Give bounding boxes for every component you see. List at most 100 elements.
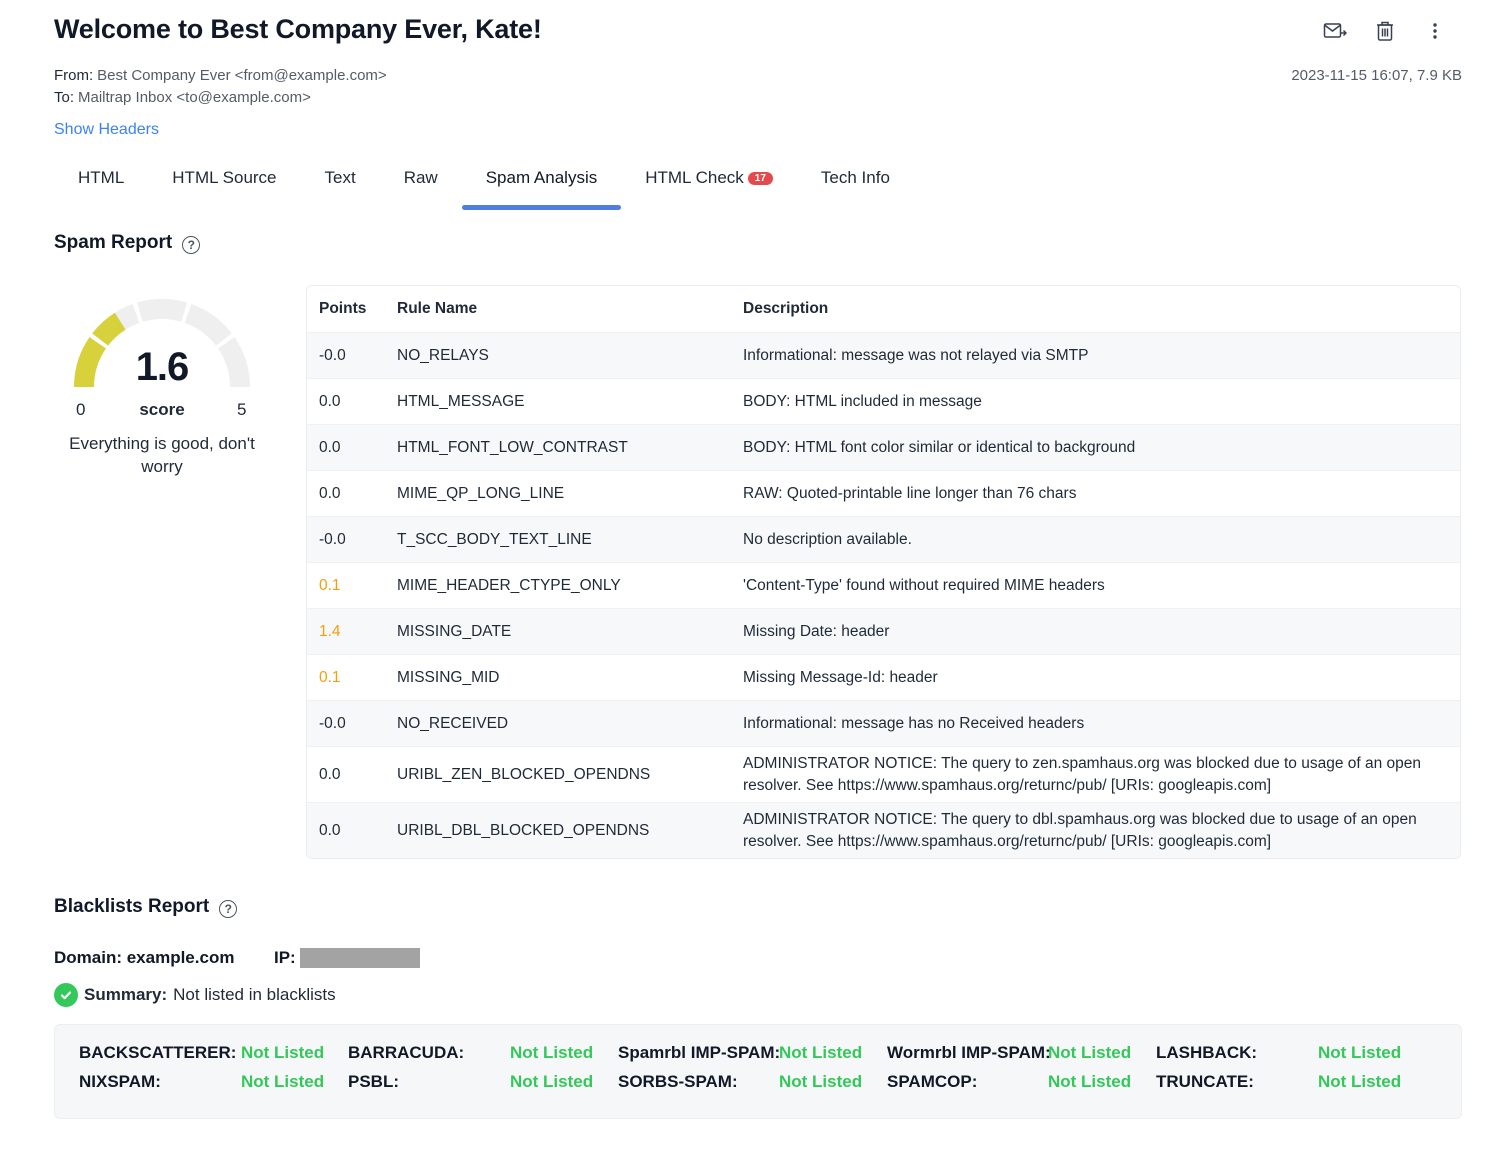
help-icon[interactable]: ? [182,235,201,254]
blacklist-name: NIXSPAM: [79,1072,161,1091]
blacklist-name: Spamrbl IMP-SPAM: [618,1043,781,1062]
delete-button[interactable] [1372,18,1398,44]
summary-label: Summary: [84,985,168,1004]
rule-points: 0.0 [319,392,341,410]
blacklist-status: Not Listed [241,1043,325,1062]
table-row: -0.0 T_SCC_BODY_TEXT_LINE No description a… [307,516,1460,562]
header-actions [1322,18,1448,44]
table-row: 0.0 MIME_QP_LONG_LINE RAW: Quoted-printabl… [307,470,1460,516]
rule-description: ADMINISTRATOR NOTICE: The query to zen.s… [743,754,1422,794]
blacklist-status: Not Listed [510,1072,594,1091]
blacklist-name: PSBL: [348,1072,399,1091]
email-header: Welcome to Best Company Ever, Kate! From… [54,12,1462,138]
blacklist-domain: Domain: example.com [54,948,235,967]
tab-raw[interactable]: Raw [380,162,462,210]
rule-description: Missing Message-Id: header [743,668,938,686]
blacklists-report-title: Blacklists Report ? [54,896,238,918]
rule-name: NO_RELAYS [397,346,489,364]
to-line: To: Mailtrap Inbox <to@example.com> [54,87,387,109]
rule-description: No description available. [743,530,912,548]
spam-report-title: Spam Report ? [54,232,201,254]
table-row: 0.1 MISSING_MID Missing Message-Id: header [307,654,1460,700]
to-value: Mailtrap Inbox <to@example.com> [78,89,311,106]
help-icon[interactable]: ? [219,899,238,918]
table-row: 0.0 URIBL_ZEN_BLOCKED_OPENDNS ADMINISTRATO… [307,746,1460,802]
tab-label: HTML Source [172,168,277,187]
blacklist-status: Not Listed [779,1043,863,1062]
forward-button[interactable] [1322,18,1348,44]
tab-label: Spam Analysis [485,168,598,187]
blacklist-name: BACKSCATTERER: [79,1043,237,1062]
gauge-segment [184,304,232,346]
tab-html-source[interactable]: HTML Source [148,162,300,210]
blacklist-name: SPAMCOP: [887,1072,978,1091]
rule-name: HTML_MESSAGE [397,392,525,410]
email-meta: From: Best Company Ever <from@example.com… [54,65,387,109]
score-value: 1.6 [135,345,190,389]
table-row: 0.0 HTML_MESSAGE BODY: HTML included in me… [307,378,1460,424]
more-button[interactable] [1422,18,1448,44]
rule-name: NO_RECEIVED [397,714,509,732]
more-vertical-icon [1433,23,1437,39]
blacklist-summary: Summary: Not listed in blacklists [54,983,336,1007]
rule-points: 0.0 [319,821,341,839]
from-value: Best Company Ever <from@example.com> [97,67,387,84]
rule-name: T_SCC_BODY_TEXT_LINE [397,530,592,548]
tab-tech-info[interactable]: Tech Info [797,162,914,210]
from-label: From: [54,67,94,84]
rule-name: URIBL_DBL_BLOCKED_OPENDNS [397,821,650,839]
blacklist-status: Not Listed [1048,1043,1132,1062]
rule-points: -0.0 [319,714,346,732]
rule-description: Informational: message was not relayed v… [743,346,1089,364]
rule-points: 0.0 [319,484,341,502]
blacklist-name: BARRACUDA: [348,1043,465,1062]
rule-name: URIBL_ZEN_BLOCKED_OPENDNS [397,765,651,783]
gauge-message: Everything is good, don't worry [69,434,255,476]
col-rule-name: Rule Name [397,300,478,317]
rule-name: MISSING_MID [397,668,500,686]
table-row: 0.1 MIME_HEADER_CTYPE_ONLY 'Content-Type' … [307,562,1460,608]
rule-name: MIME_QP_LONG_LINE [397,484,565,502]
col-points: Points [319,300,367,317]
email-subject: Welcome to Best Company Ever, Kate! [54,14,542,44]
rule-points: 0.0 [319,438,341,456]
show-headers-link[interactable]: Show Headers [54,121,159,139]
blacklist-name: TRUNCATE: [1156,1072,1254,1091]
blacklist-name: SORBS-SPAM: [618,1072,738,1091]
rule-description: Missing Date: header [743,622,890,640]
rule-points: 0.1 [319,576,341,594]
check-circle-icon [54,983,78,1007]
table-row: 0.0 URIBL_DBL_BLOCKED_OPENDNS ADMINISTRATO… [307,802,1460,858]
rule-description: BODY: HTML included in message [743,392,982,410]
rule-points: 0.0 [319,765,341,783]
blacklist-status: Not Listed [779,1072,863,1091]
tab-label: HTML Check [645,168,744,187]
spam-rules-table: Points Rule Name Description -0.0 NO_RELA… [306,285,1461,859]
blacklist-grid: BACKSCATTERER: Not Listed BARRACUDA: Not Li… [54,1024,1462,1119]
envelope-forward-icon [1323,23,1347,38]
blacklist-name: LASHBACK: [1156,1043,1258,1062]
table-row: 0.0 HTML_FONT_LOW_CONTRAST BODY: HTML font… [307,424,1460,470]
to-label: To: [54,89,75,106]
tab-bar: HTML HTML Source Text Raw Spam Analysis … [54,162,914,212]
tab-html-check[interactable]: HTML Check 17 [621,162,797,210]
tab-spam-analysis[interactable]: Spam Analysis [461,162,622,210]
spam-score-gauge: 1.6 0 score 5 Everything is good, don't … [54,290,270,490]
blacklist-status: Not Listed [1318,1043,1402,1062]
tab-text[interactable]: Text [301,162,380,210]
blacklist-status: Not Listed [241,1072,325,1091]
rule-description: 'Content-Type' found without required MI… [743,576,1105,594]
tab-label: Text [324,168,356,187]
rule-points: 1.4 [319,622,341,640]
ip-redacted [299,948,420,968]
blacklist-status: Not Listed [1048,1072,1132,1091]
html-check-badge: 17 [747,172,773,185]
tab-label: Tech Info [820,168,890,187]
rule-description: ADMINISTRATOR NOTICE: The query to dbl.s… [743,810,1417,850]
gauge-segment [137,299,187,322]
gauge-max: 5 [237,400,247,419]
rule-description: RAW: Quoted-printable line longer than 7… [743,484,1077,502]
table-header: Points Rule Name Description [307,286,1460,332]
summary-value: Not listed in blacklists [173,985,336,1004]
tab-html[interactable]: HTML [54,162,148,210]
